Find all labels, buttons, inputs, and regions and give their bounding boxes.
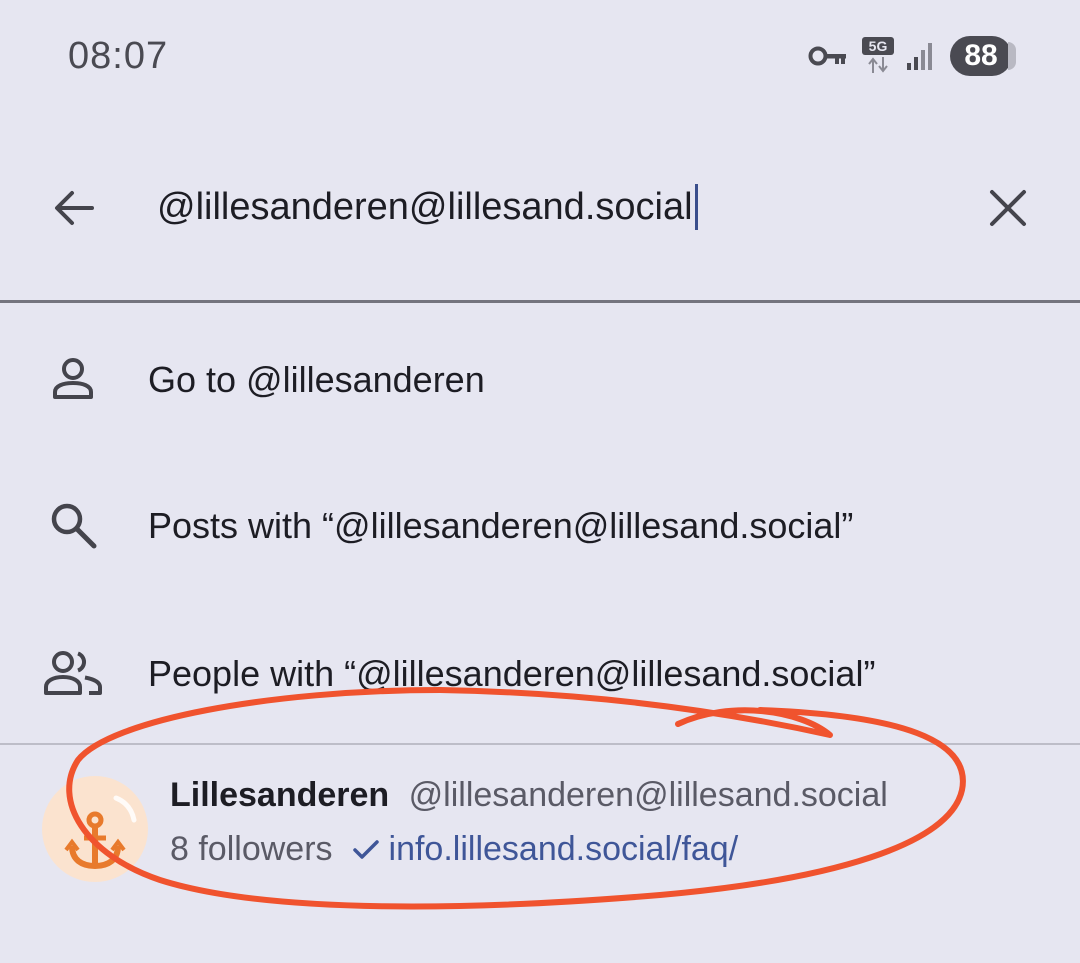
clear-search-button[interactable] — [980, 180, 1036, 236]
suggestion-posts-with[interactable]: Posts with “@lillesanderen@lillesand.soc… — [0, 476, 1080, 576]
search-input[interactable]: @lillesanderen@lillesand.social — [157, 184, 698, 230]
person-icon — [42, 348, 104, 410]
account-handle: @lillesanderen@lillesand.social — [408, 776, 888, 814]
suggestion-go-to-account[interactable]: Go to @lillesanderen — [0, 330, 1080, 430]
status-time: 08:07 — [68, 35, 169, 77]
account-name-line: Lillesanderen @lillesanderen@lillesand.s… — [170, 774, 888, 816]
search-query: @lillesanderen@lillesand.social — [157, 186, 693, 228]
arrow-left-icon — [55, 191, 94, 225]
close-icon — [990, 190, 1026, 226]
suggestion-label: Posts with “@lillesanderen@lillesand.soc… — [148, 505, 854, 546]
status-icons: 5G 88 — [808, 34, 1016, 78]
avatar — [42, 776, 148, 882]
followers-count: 8 followers — [170, 830, 333, 868]
verified-check-icon — [352, 840, 379, 859]
verified-link[interactable]: info.lillesand.social/faq/ — [389, 828, 739, 870]
results-divider — [0, 743, 1080, 745]
network-label: 5G — [862, 37, 894, 55]
account-result[interactable]: Lillesanderen @lillesanderen@lillesand.s… — [0, 748, 1080, 888]
suggestion-label: Go to @lillesanderen — [148, 359, 485, 400]
back-button[interactable] — [46, 180, 102, 236]
network-5g-icon: 5G — [862, 37, 894, 75]
search-icon — [42, 494, 104, 556]
vpn-key-icon — [808, 46, 846, 66]
people-icon — [42, 642, 104, 704]
search-divider — [0, 300, 1080, 303]
signal-icon — [907, 43, 932, 70]
anchor-icon — [64, 795, 137, 870]
battery-icon: 88 — [950, 36, 1016, 76]
suggestion-label: People with “@lillesanderen@lillesand.so… — [148, 653, 876, 694]
suggestion-people-with[interactable]: People with “@lillesanderen@lillesand.so… — [0, 622, 1080, 722]
text-cursor — [694, 184, 698, 230]
account-meta-line: 8 followers info.lillesand.social/faq/ — [170, 828, 738, 870]
account-display-name: Lillesanderen — [170, 776, 390, 814]
search-screen: 08:07 5G 88 @lillesanderen@lillesand.soc… — [0, 0, 1080, 963]
